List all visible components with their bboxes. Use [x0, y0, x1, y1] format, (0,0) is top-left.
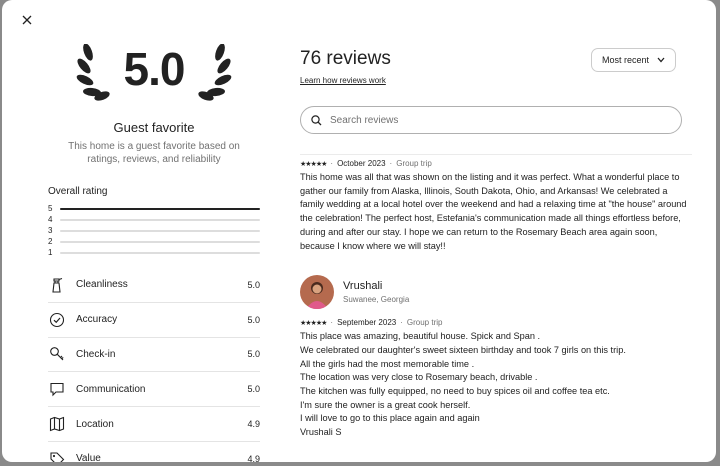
rating-bar-track — [60, 229, 260, 232]
rating-bar-track — [60, 251, 260, 254]
category-label: Communication — [76, 383, 146, 395]
chevron-down-icon — [657, 57, 665, 63]
reviews-list: ★★★★★ · October 2023 · Group trip This h… — [300, 154, 692, 462]
review-trip-type: Group trip — [406, 318, 443, 328]
search-input[interactable] — [328, 113, 652, 127]
category-value: 5.0 — [247, 314, 260, 325]
reviews-header: 76 reviews Learn how reviews work Most r… — [300, 48, 690, 88]
review-date: September 2023 — [337, 318, 397, 328]
search-bar[interactable] — [300, 106, 682, 134]
search-icon — [311, 114, 322, 125]
learn-reviews-link[interactable]: Learn how reviews work — [300, 76, 386, 85]
rating-bar-label: 4 — [48, 215, 53, 224]
category-row-cleanliness: Cleanliness 5.0 — [48, 268, 260, 303]
category-label: Cleanliness — [76, 279, 128, 291]
close-icon — [22, 15, 32, 25]
rating-summary: 5.0 Guest favorite This home is a guest … — [48, 40, 260, 462]
category-label: Accuracy — [76, 314, 118, 326]
reviewer-name: Vrushali — [343, 280, 383, 293]
rating-bar-label: 2 — [48, 237, 53, 246]
category-row-accuracy: Accuracy 5.0 — [48, 303, 260, 338]
separator-dot: · — [400, 318, 403, 328]
close-button[interactable] — [16, 9, 38, 31]
laurel-right-icon — [198, 44, 232, 101]
review-item: ★★★★★ · October 2023 · Group trip This h… — [300, 159, 692, 253]
reviewer-location: Suwanee, Georgia — [343, 295, 410, 305]
rating-bar-track — [60, 218, 260, 221]
separator-dot: · — [389, 159, 393, 168]
review-date: October 2023 — [337, 159, 386, 168]
check-circle-icon — [48, 311, 66, 329]
category-value: 5.0 — [247, 279, 260, 290]
tag-icon — [48, 450, 66, 462]
spray-bottle-icon — [48, 276, 66, 294]
category-label: Location — [76, 418, 114, 430]
rating-bar-row: 3 — [48, 225, 260, 236]
rating-bar-track — [60, 240, 260, 243]
rating-bar-track — [60, 207, 260, 210]
rating-bar-label: 5 — [48, 204, 53, 213]
review-item: Vrushali Suwanee, Georgia ★★★★★ · Septem… — [300, 275, 692, 440]
category-value: 5.0 — [247, 349, 260, 360]
rating-bar-fill — [60, 207, 260, 210]
review-stars: ★★★★★ — [300, 319, 327, 327]
reviewer-info: Vrushali Suwanee, Georgia — [300, 275, 692, 310]
key-icon — [48, 345, 66, 363]
sort-label: Most recent — [601, 55, 649, 65]
category-label: Check-in — [76, 348, 116, 360]
map-icon — [48, 415, 66, 433]
review-stars: ★★★★★ — [300, 160, 327, 168]
category-ratings: Cleanliness 5.0 Accuracy 5.0 Check-in 5.0 Comm… — [48, 268, 260, 462]
category-row-check-in: Check-in 5.0 — [48, 338, 260, 373]
separator-dot: · — [330, 159, 334, 168]
rating-bar-label: 1 — [48, 248, 53, 257]
category-label: Value — [76, 453, 101, 462]
rating-bar-label: 3 — [48, 226, 53, 235]
category-row-location: Location 4.9 — [48, 407, 260, 442]
rating-bar-row: 2 — [48, 236, 260, 247]
avatar[interactable] — [300, 275, 334, 310]
rating-bar-row: 5 — [48, 203, 260, 214]
guest-favorite-title: Guest favorite — [113, 120, 195, 135]
rating-bar-row: 1 — [48, 247, 260, 258]
separator-dot: · — [330, 318, 334, 328]
rating-bar-row: 4 — [48, 214, 260, 225]
message-bubble-icon — [48, 380, 66, 398]
reviews-modal: 5.0 Guest favorite This home is a guest … — [2, 0, 716, 462]
guest-favorite-description: This home is a guest favorite based on r… — [68, 141, 240, 165]
category-value: 5.0 — [247, 384, 260, 395]
category-value: 4.9 — [247, 419, 260, 430]
category-row-value: Value 4.9 — [48, 442, 260, 462]
review-text: This place was amazing, beautiful house.… — [300, 331, 626, 438]
review-text: This home was all that was shown on the … — [300, 172, 687, 251]
category-value: 4.9 — [247, 453, 260, 462]
overall-rating-label: Overall rating — [48, 186, 108, 197]
rating-distribution: 5 4 3 2 1 — [48, 203, 260, 258]
sort-dropdown[interactable]: Most recent — [590, 48, 676, 72]
review-trip-type: Group trip — [396, 159, 432, 168]
category-row-communication: Communication 5.0 — [48, 372, 260, 408]
